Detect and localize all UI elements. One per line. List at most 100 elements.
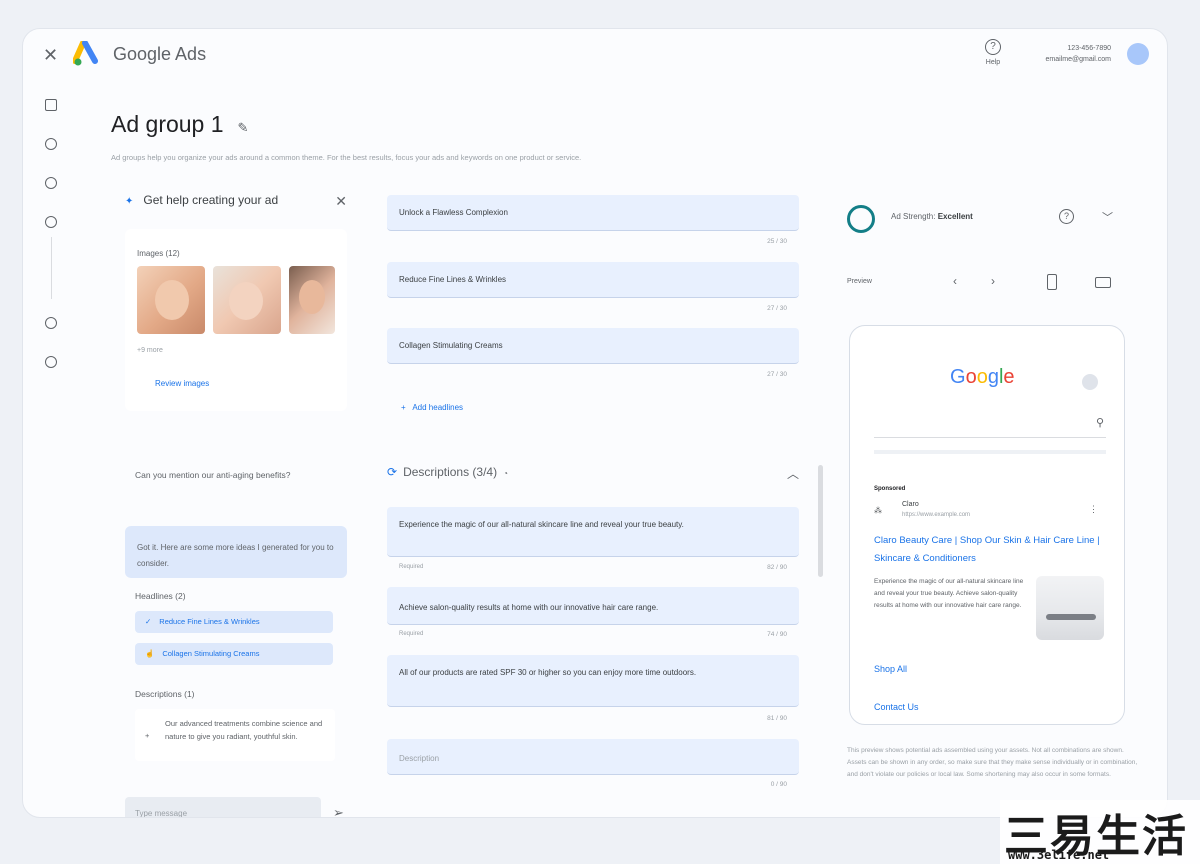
- add-headlines-button[interactable]: + Add headlines: [401, 403, 463, 412]
- headline-field[interactable]: Collagen Stimulating Creams: [387, 328, 799, 364]
- ad-title: Claro Beauty Care | Shop Our Skin & Hair…: [874, 535, 1100, 564]
- description-suggestion-chip[interactable]: + Our advanced treatments combine science…: [135, 709, 335, 761]
- more-icon: ⋮: [1089, 504, 1098, 514]
- image-thumb[interactable]: [289, 266, 335, 334]
- chevron-down-icon[interactable]: ﹀: [1102, 209, 1113, 225]
- check-icon: ✓: [145, 617, 152, 626]
- check-circle-icon[interactable]: [45, 138, 57, 150]
- image-thumb[interactable]: [137, 266, 205, 334]
- char-count: 0 / 90: [770, 781, 787, 788]
- avatar[interactable]: [1127, 43, 1149, 65]
- page-title-text: Ad group 1: [111, 111, 224, 137]
- sitelink: Shop All: [874, 664, 908, 674]
- panel-icon[interactable]: [45, 99, 57, 111]
- assistant-title: Get help creating your ad: [143, 193, 279, 207]
- ad-strength-value: Excellent: [937, 212, 973, 221]
- advertiser-name: Claro: [902, 501, 919, 508]
- circle-icon[interactable]: [45, 216, 57, 228]
- char-count: 27 / 30: [767, 371, 787, 378]
- descriptions-title: Descriptions (3/4): [403, 465, 498, 479]
- plus-icon: +: [145, 731, 150, 740]
- edit-icon[interactable]: ✎: [238, 120, 249, 135]
- descriptions-header[interactable]: ⟳ Descriptions (3/4) ◔ ︿: [387, 465, 799, 485]
- headline-suggestion-chip[interactable]: ☝ Collagen Stimulating Creams: [135, 643, 333, 665]
- headline-suggestion-text: Reduce Fine Lines & Wrinkles: [159, 617, 260, 626]
- required-label: Required: [399, 564, 424, 570]
- search-icon: ⚲: [1095, 417, 1104, 429]
- desktop-icon[interactable]: [1095, 277, 1111, 288]
- char-count: 25 / 30: [767, 238, 787, 245]
- close-assistant-icon[interactable]: ✕: [335, 193, 347, 210]
- headline-suggestion-chip[interactable]: ✓ Reduce Fine Lines & Wrinkles: [135, 611, 333, 633]
- hair-brush-shape: [1046, 614, 1096, 620]
- description-field[interactable]: All of our products are rated SPF 30 or …: [387, 655, 799, 707]
- brand-name: Google Ads: [113, 44, 207, 64]
- add-headlines-label: Add headlines: [412, 403, 464, 412]
- shield-icon[interactable]: [45, 317, 57, 329]
- plus-icon: +: [401, 403, 413, 412]
- char-count: 81 / 90: [767, 715, 787, 722]
- block-icon[interactable]: [45, 177, 57, 189]
- headline-field[interactable]: Unlock a Flawless Complexion: [387, 195, 799, 231]
- required-label: Required: [399, 631, 424, 637]
- descriptions-suggestions-title: Descriptions (1): [135, 689, 195, 699]
- image-thumb[interactable]: [213, 266, 281, 334]
- send-icon[interactable]: ➢: [333, 805, 344, 817]
- rail-divider: [50, 237, 52, 299]
- headline-field[interactable]: Reduce Fine Lines & Wrinkles: [387, 262, 799, 298]
- sparkle-icon: ✦: [125, 196, 134, 207]
- chevron-right-icon[interactable]: ›: [991, 274, 995, 288]
- watermark: 三易生活 www.3elife.net: [1000, 800, 1200, 864]
- message-input[interactable]: Type message: [125, 797, 321, 817]
- page-description: Ad groups help you organize your ads aro…: [111, 153, 582, 162]
- ad-strength-label: Ad Strength:: [891, 212, 936, 221]
- close-icon[interactable]: ✕: [43, 45, 58, 66]
- mobile-icon[interactable]: [1047, 274, 1057, 290]
- user-question: Can you mention our anti-aging benefits?: [135, 470, 291, 480]
- app-window: ✕ Google Ads ? Help 123-456-7890 emailme…: [22, 28, 1168, 818]
- tabs-placeholder: [874, 450, 1106, 454]
- descriptions-icon: ⟳: [387, 465, 398, 479]
- preview-disclaimer: This preview shows potential ads assembl…: [847, 747, 1138, 778]
- preview-label: Preview: [847, 278, 872, 285]
- images-more: +9 more: [137, 347, 163, 354]
- account-info[interactable]: 123-456-7890 emailme@gmail.com: [1046, 43, 1111, 65]
- assistant-header: ✦ Get help creating your ad ✕: [125, 193, 347, 213]
- mobile-preview: Google ⚲ Sponsored ⁂ Claro https://www.e…: [849, 325, 1125, 725]
- account-id: 123-456-7890: [1067, 45, 1111, 52]
- scrollbar[interactable]: [818, 465, 823, 577]
- ad-strength-ring: [847, 205, 875, 233]
- help-icon: ?: [985, 39, 1001, 55]
- description-field[interactable]: Achieve salon-quality results at home wi…: [387, 587, 799, 625]
- side-rail: [41, 99, 61, 395]
- google-logo: Google: [950, 366, 1015, 388]
- description-field-empty[interactable]: Description: [387, 739, 799, 775]
- profile-icon: [1082, 374, 1098, 390]
- headline-suggestion-text: Collagen Stimulating Creams: [162, 649, 260, 658]
- circle-icon-2[interactable]: [45, 356, 57, 368]
- ad-body: Experience the magic of our all-natural …: [874, 578, 1024, 609]
- char-count: 27 / 30: [767, 305, 787, 312]
- char-count: 74 / 90: [767, 631, 787, 638]
- advertiser-favicon: ⁂: [874, 506, 882, 515]
- sitelink: Contact Us: [874, 702, 919, 712]
- advertiser-url: https://www.example.com: [902, 512, 971, 518]
- description-field[interactable]: Experience the magic of our all-natural …: [387, 507, 799, 557]
- char-count: 82 / 90: [767, 564, 787, 571]
- search-bar: ⚲: [874, 412, 1106, 438]
- chevron-up-icon[interactable]: ︿: [787, 465, 799, 482]
- help-button[interactable]: ? Help: [981, 39, 1005, 66]
- description-suggestion-text: Our advanced treatments combine science …: [165, 719, 323, 741]
- assistant-reply: Got it. Here are some more ideas I gener…: [125, 526, 347, 578]
- help-icon[interactable]: ?: [1059, 209, 1074, 224]
- advertiser-row: ⁂ Claro https://www.example.com ⋮: [874, 500, 1104, 524]
- help-label: Help: [985, 59, 1001, 66]
- assistant-panel: ✦ Get help creating your ad ✕ Images (12)…: [125, 189, 347, 817]
- review-images-link[interactable]: Review images: [155, 379, 209, 388]
- ad-image: [1036, 576, 1104, 640]
- images-card: Images (12) +9 more Review images: [125, 229, 347, 411]
- account-email: emailme@gmail.com: [1045, 56, 1111, 63]
- info-icon[interactable]: ◔: [503, 469, 508, 478]
- chevron-left-icon[interactable]: ‹: [953, 274, 957, 288]
- images-title: Images (12): [137, 249, 180, 258]
